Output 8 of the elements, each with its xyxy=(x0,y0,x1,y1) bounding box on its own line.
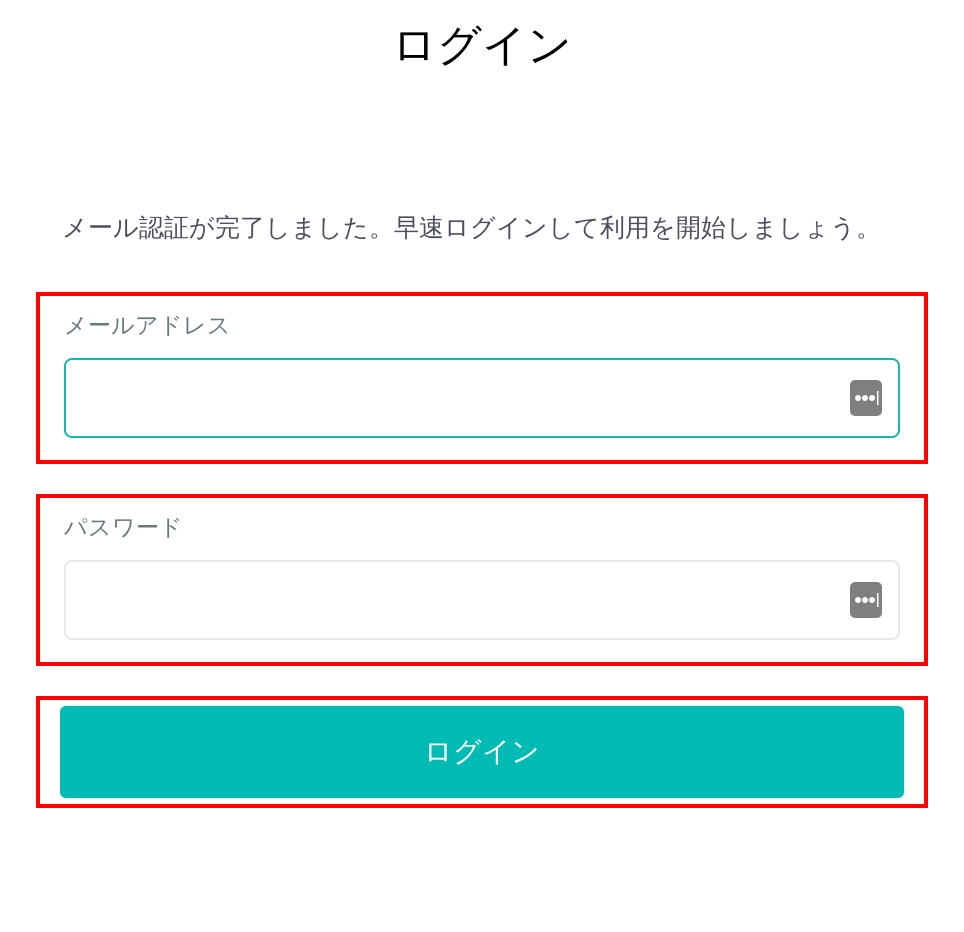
password-manager-icon[interactable] xyxy=(850,380,882,416)
confirmation-message: メール認証が完了しました。早速ログインして利用を開始しましょう。 xyxy=(62,212,882,244)
field-label: メールアドレス xyxy=(64,312,232,341)
page-title: ログイン xyxy=(392,19,572,73)
field-label: パスワード xyxy=(64,514,184,543)
login-button[interactable]: ログイン xyxy=(60,706,904,798)
password-manager-icon[interactable] xyxy=(850,582,882,618)
input-field[interactable] xyxy=(64,358,900,438)
